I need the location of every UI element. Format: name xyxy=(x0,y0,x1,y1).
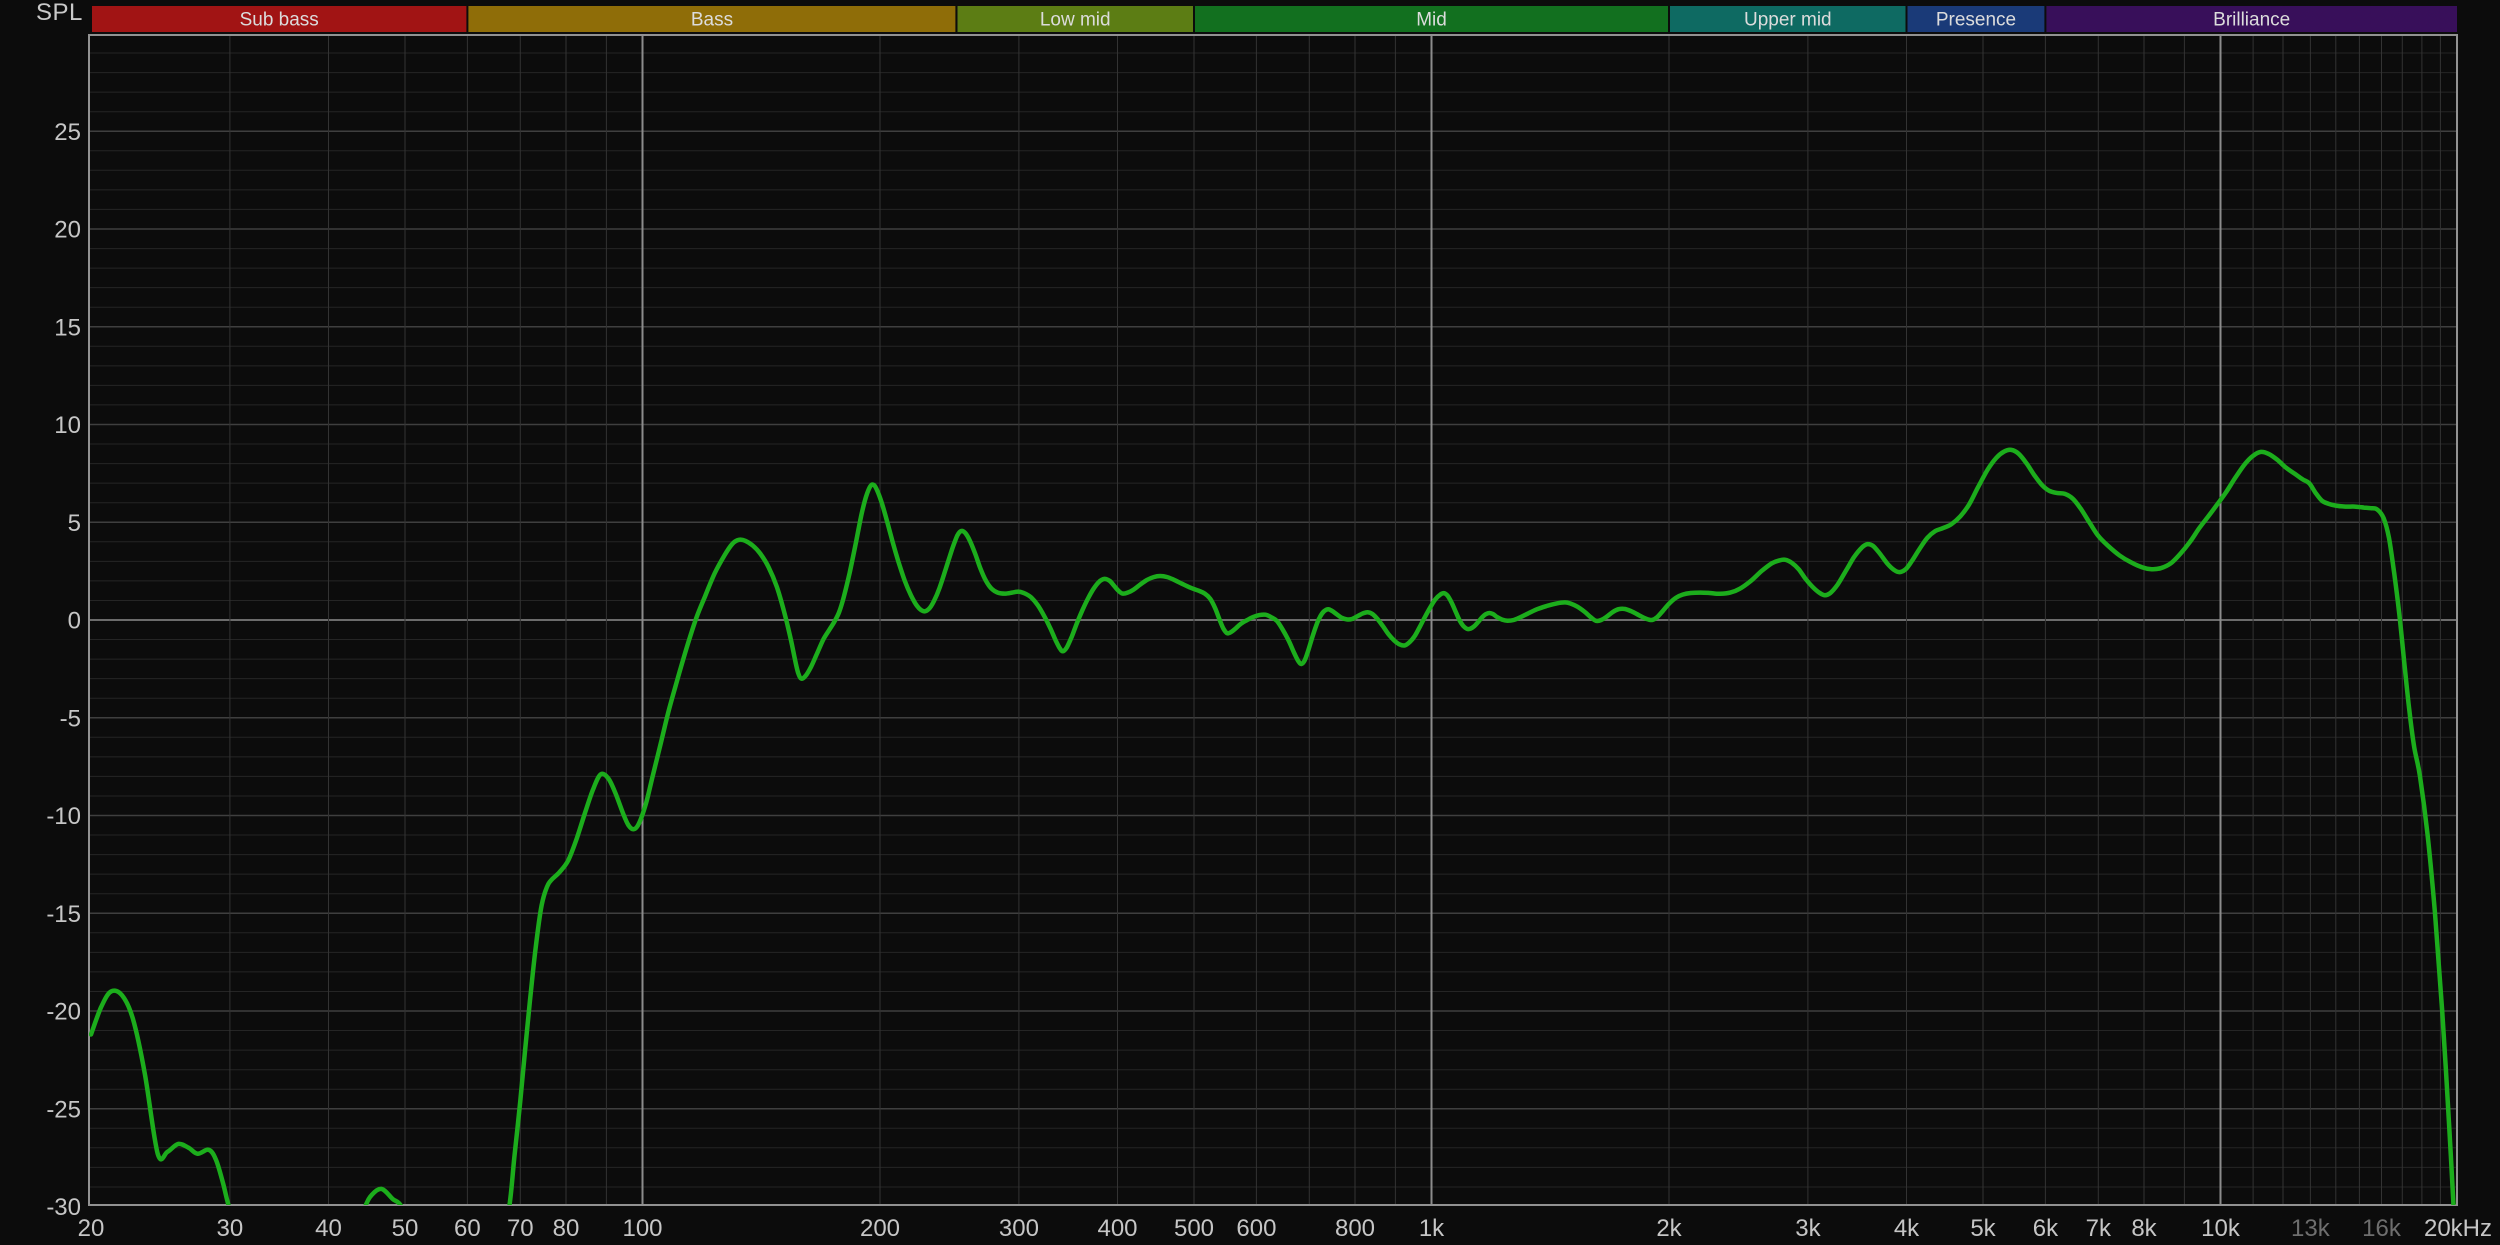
x-tick-label-10k: 10k xyxy=(2201,1215,2241,1242)
y-tick-label--30: -30 xyxy=(46,1194,81,1221)
x-tick-label-100: 100 xyxy=(622,1215,662,1242)
x-tick-label-20khz: 20kHz xyxy=(2424,1215,2492,1242)
band-label-low-mid: Low mid xyxy=(1040,10,1111,31)
x-tick-label-50: 50 xyxy=(392,1215,419,1242)
x-tick-label-600: 600 xyxy=(1236,1215,1276,1242)
y-tick-label--25: -25 xyxy=(46,1096,81,1123)
x-tick-label-3k: 3k xyxy=(1795,1215,1821,1242)
x-tick-label-500: 500 xyxy=(1174,1215,1214,1242)
x-tick-label-60: 60 xyxy=(454,1215,481,1242)
x-tick-label-2k: 2k xyxy=(1656,1215,1682,1242)
x-tick-label-13k: 13k xyxy=(2291,1215,2331,1242)
x-tick-label-4k: 4k xyxy=(1894,1215,1920,1242)
x-tick-label-40: 40 xyxy=(315,1215,342,1242)
band-label-sub-bass: Sub bass xyxy=(240,10,319,31)
x-tick-label-1k: 1k xyxy=(1419,1215,1445,1242)
y-tick-label-0: 0 xyxy=(68,608,81,635)
x-axis-labels: 20 30 40 50 60 70 80 100 200 300 400 500 600 800 1k 2k 3… xyxy=(78,1215,2492,1242)
x-tick-label-300: 300 xyxy=(999,1215,1039,1242)
y-tick-label-10: 10 xyxy=(54,412,81,439)
y-tick-label--10: -10 xyxy=(46,803,81,830)
y-axis-labels: 25 20 15 10 5 0 -5 -10 -15 -20 -25 -30 xyxy=(46,119,81,1221)
frequency-response-curve xyxy=(91,450,2455,1245)
y-tick-label--5: -5 xyxy=(60,705,81,732)
y-tick-label-15: 15 xyxy=(54,314,81,341)
band-label-presence: Presence xyxy=(1936,10,2016,31)
x-tick-label-70: 70 xyxy=(507,1215,534,1242)
x-tick-label-80: 80 xyxy=(553,1215,580,1242)
x-tick-label-7k: 7k xyxy=(2086,1215,2112,1242)
band-label-brilliance: Brilliance xyxy=(2213,10,2290,31)
band-label-bass: Bass xyxy=(691,10,733,31)
x-tick-label-800: 800 xyxy=(1335,1215,1375,1242)
x-tick-label-5k: 5k xyxy=(1970,1215,1996,1242)
y-tick-label--20: -20 xyxy=(46,999,81,1026)
band-label-mid: Mid xyxy=(1416,10,1447,31)
y-tick-label-25: 25 xyxy=(54,119,81,146)
x-tick-label-16k: 16k xyxy=(2362,1215,2402,1242)
spectrum-analyzer-screen: SPL Sub bassBassLow midMidUpper midPrese… xyxy=(0,0,2500,1245)
band-label-upper-mid: Upper mid xyxy=(1744,10,1832,31)
x-tick-label-400: 400 xyxy=(1097,1215,1137,1242)
x-tick-label-6k: 6k xyxy=(2033,1215,2059,1242)
y-tick-label--15: -15 xyxy=(46,901,81,928)
x-tick-label-30: 30 xyxy=(217,1215,244,1242)
band-strip: Sub bass Bass Low mid Mid Upper mid Presence B… xyxy=(92,6,2457,32)
x-tick-label-200: 200 xyxy=(860,1215,900,1242)
x-tick-label-8k: 8k xyxy=(2131,1215,2157,1242)
y-tick-label-5: 5 xyxy=(68,510,81,537)
frequency-response-chart: Sub bass Bass Low mid Mid Upper mid Presence B… xyxy=(0,0,2500,1245)
y-tick-label-20: 20 xyxy=(54,217,81,244)
x-tick-label-20: 20 xyxy=(78,1215,105,1242)
